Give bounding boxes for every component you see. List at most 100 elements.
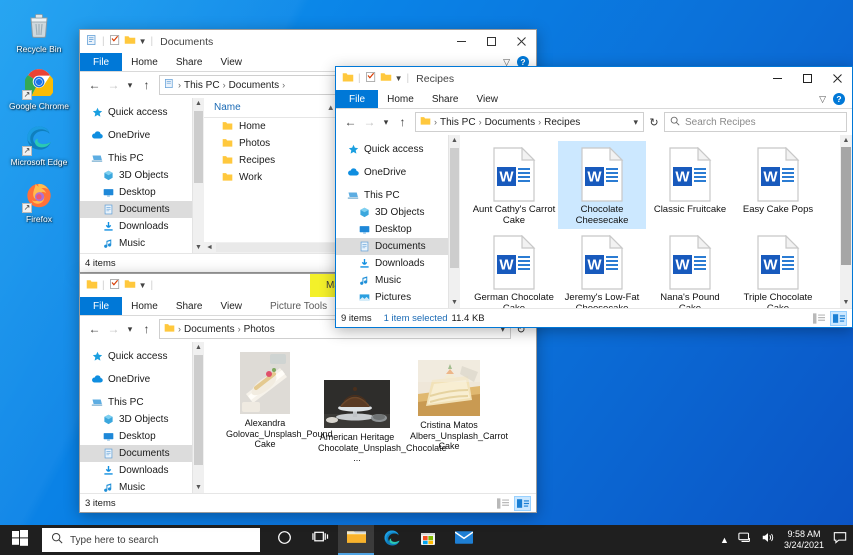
list-item[interactable]: W German Chocolate Cake	[470, 229, 558, 308]
list-item[interactable]: W Jeremy's Low-Fat Cheesecake	[558, 229, 646, 308]
desktop-icon-microsoft-edge[interactable]: ↗ Microsoft Edge	[0, 117, 78, 174]
recent-locations-button[interactable]: ▾	[123, 319, 137, 339]
breadcrumb-dropdown-icon[interactable]: ▾	[633, 117, 640, 128]
help-icon[interactable]: ?	[833, 93, 845, 105]
sidebar-item-this-pc[interactable]: This PC	[80, 150, 192, 167]
forward-button[interactable]: →	[104, 319, 123, 339]
quick-access-toolbar[interactable]: | ▼ |	[86, 277, 154, 295]
breadcrumb-documents[interactable]: Documents	[229, 80, 280, 91]
list-item[interactable]: W Nana's Pound Cake	[646, 229, 734, 308]
expand-ribbon-chevron-icon[interactable]: ▽	[819, 94, 826, 105]
sidebar-item-documents[interactable]: Documents	[80, 445, 192, 462]
recent-locations-button[interactable]: ▾	[379, 112, 393, 132]
recent-locations-button[interactable]: ▾	[123, 75, 137, 95]
sidebar-item-quick-access[interactable]: Quick access	[80, 348, 192, 365]
sidebar-item-music[interactable]: Music	[80, 479, 192, 493]
breadcrumb-documents[interactable]: Documents	[184, 324, 235, 335]
large-icons-view-button[interactable]	[514, 496, 531, 511]
tab-file[interactable]: File	[80, 53, 122, 71]
recipes-window-controls[interactable]	[762, 67, 852, 90]
view-buttons[interactable]	[810, 311, 847, 326]
recipes-nav-scrollbar[interactable]: ▲ ▼	[449, 135, 460, 308]
breadcrumb[interactable]: › This PC › Documents › Recipes ▾	[415, 112, 644, 132]
scroll-up-arrow-icon[interactable]: ▲	[451, 135, 458, 146]
scroll-down-arrow-icon[interactable]: ▼	[195, 242, 202, 253]
maximize-button[interactable]	[792, 67, 822, 90]
list-item[interactable]: W Aunt Cathy's Carrot Cake	[470, 141, 558, 229]
notification-center-icon[interactable]	[833, 531, 847, 549]
scroll-down-arrow-icon[interactable]: ▼	[451, 297, 458, 308]
scroll-up-arrow-icon[interactable]: ▲	[843, 135, 850, 146]
quick-access-toolbar[interactable]: | ▼ |	[86, 33, 154, 51]
refresh-button[interactable]: ↻	[644, 116, 664, 129]
tab-picture-tools[interactable]: Picture Tools	[261, 297, 336, 315]
ribbon-right-controls[interactable]: ▽ ?	[819, 90, 852, 108]
system-tray[interactable]: ▲ 9:58 AM 3/24/2021	[720, 529, 853, 551]
maximize-button[interactable]	[476, 30, 506, 53]
tab-view[interactable]: View	[212, 53, 252, 71]
sidebar-item-onedrive[interactable]: OneDrive	[80, 127, 192, 144]
sidebar-item-pictures[interactable]: Pictures	[80, 252, 192, 253]
sidebar-item-this-pc[interactable]: This PC	[336, 187, 448, 204]
photos-nav-scrollbar[interactable]: ▲ ▼	[193, 342, 204, 493]
recipes-explorer-window[interactable]: | ▼ | Recipes File Home Share V	[335, 66, 853, 328]
properties-icon[interactable]	[109, 33, 121, 51]
list-item[interactable]: W Classic Fruitcake	[646, 141, 734, 229]
new-folder-icon[interactable]	[124, 33, 136, 51]
minimize-button[interactable]	[762, 67, 792, 90]
back-button[interactable]: ←	[85, 319, 104, 339]
tab-home[interactable]: Home	[378, 90, 423, 108]
tab-share[interactable]: Share	[167, 297, 212, 315]
show-hidden-icons-chevron-icon[interactable]: ▲	[720, 535, 729, 545]
clock[interactable]: 9:58 AM 3/24/2021	[784, 529, 824, 551]
documents-title-bar[interactable]: | ▼ | Documents	[80, 30, 536, 53]
nav-pane-scrollbar[interactable]: ▲ ▼	[193, 98, 204, 253]
scroll-down-arrow-icon[interactable]: ▼	[843, 297, 850, 308]
taskbar[interactable]: Type here to search	[0, 525, 853, 555]
tab-share[interactable]: Share	[423, 90, 468, 108]
sidebar-item-quick-access[interactable]: Quick access	[80, 104, 192, 121]
edge-button[interactable]	[374, 525, 410, 555]
tab-view[interactable]: View	[212, 297, 252, 315]
file-explorer-button[interactable]	[338, 525, 374, 555]
recipes-ribbon-tabs[interactable]: File Home Share View ▽ ?	[336, 90, 852, 109]
tab-file[interactable]: File	[336, 90, 378, 108]
sidebar-item-onedrive[interactable]: OneDrive	[336, 164, 448, 181]
tab-home[interactable]: Home	[122, 297, 167, 315]
close-button[interactable]	[506, 30, 536, 53]
sidebar-item-music[interactable]: Music	[336, 272, 448, 289]
recipes-title-bar[interactable]: | ▼ | Recipes	[336, 67, 852, 90]
tab-share[interactable]: Share	[167, 53, 212, 71]
task-view-button[interactable]	[302, 525, 338, 555]
sidebar-item-3d-objects[interactable]: 3D Objects	[80, 167, 192, 184]
scrollbar-thumb[interactable]	[450, 148, 459, 268]
start-button[interactable]	[0, 525, 40, 555]
breadcrumb-recipes[interactable]: Recipes	[544, 117, 580, 128]
sidebar-item-this-pc[interactable]: This PC	[80, 394, 192, 411]
tab-view[interactable]: View	[468, 90, 508, 108]
breadcrumb-this-pc[interactable]: This PC	[184, 80, 220, 91]
sidebar-item-downloads[interactable]: Downloads	[336, 255, 448, 272]
scroll-up-arrow-icon[interactable]: ▲	[195, 98, 202, 109]
forward-button[interactable]: →	[360, 112, 379, 132]
sidebar-item-desktop[interactable]: Desktop	[80, 428, 192, 445]
sidebar-item-downloads[interactable]: Downloads	[80, 462, 192, 479]
back-button[interactable]: ←	[85, 75, 104, 95]
qat-chevron-down-icon[interactable]: ▼	[139, 281, 147, 290]
new-folder-icon[interactable]	[380, 70, 392, 88]
volume-icon[interactable]	[761, 531, 775, 549]
list-item[interactable]: W Chocolate Cheesecake	[558, 141, 646, 229]
tab-file[interactable]: File	[80, 297, 122, 315]
details-view-button[interactable]	[494, 496, 511, 511]
sidebar-item-downloads[interactable]: Downloads	[80, 218, 192, 235]
sidebar-item-music[interactable]: Music	[80, 235, 192, 252]
breadcrumb-this-pc[interactable]: This PC	[440, 117, 476, 128]
sidebar-item-desktop[interactable]: Desktop	[80, 184, 192, 201]
close-button[interactable]	[822, 67, 852, 90]
desktop-icon-google-chrome[interactable]: ↗ Google Chrome	[0, 61, 78, 118]
sidebar-item-documents[interactable]: Documents	[336, 238, 448, 255]
up-button[interactable]: ↑	[393, 112, 412, 132]
recipes-navigation-pane[interactable]: Quick access OneDrive This PC 3D	[336, 135, 448, 308]
sidebar-item-quick-access[interactable]: Quick access	[336, 141, 448, 158]
mail-button[interactable]	[446, 525, 482, 555]
